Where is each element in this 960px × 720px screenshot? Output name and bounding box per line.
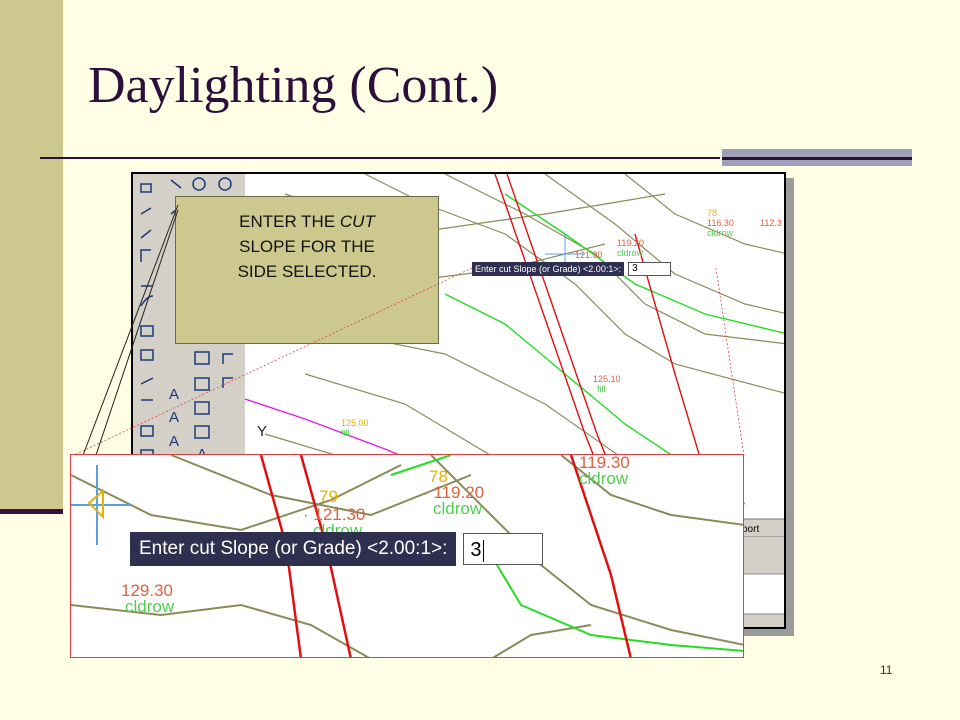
drawing-label: 121.30: [575, 250, 603, 260]
title-rule: [40, 157, 720, 159]
drawing-label: 125.10: [593, 374, 621, 384]
page-number: 11: [880, 663, 893, 677]
layout-tab-port: port: [742, 524, 759, 535]
text-caret: [482, 539, 484, 562]
ucs-axis-letter: Y: [257, 423, 267, 440]
toolbar-letter-a: A: [169, 386, 179, 403]
command-input-value: 3: [470, 539, 482, 561]
drawing-label: 125.00: [341, 418, 369, 428]
command-input-small[interactable]: 3: [628, 262, 672, 276]
drawing-label: 78: [707, 208, 717, 218]
title-rule-accent-lower: [722, 160, 912, 166]
toolbar-letter-a: A: [169, 409, 179, 426]
left-band-edge: [0, 509, 63, 514]
title-rule-accent: [722, 149, 912, 157]
command-prompt-label-zoomed: Enter cut Slope (or Grade) <2.00:1>:: [130, 532, 457, 566]
drawing-label: cldrow: [617, 248, 644, 258]
command-input-zoomed[interactable]: 3: [463, 533, 544, 565]
drawing-label: fill: [341, 428, 350, 438]
left-decor-band: [0, 0, 63, 512]
zoom-label: cldrow: [433, 499, 483, 518]
slide-title: Daylighting (Cont.): [88, 57, 499, 114]
zoom-label: cldrow: [125, 597, 175, 616]
callout-text: ENTER THE: [239, 212, 340, 231]
callout-text: SIDE SELECTED.: [237, 262, 377, 281]
callout-emphasis: CUT: [339, 212, 375, 231]
zoom-label: cldrow: [579, 469, 629, 488]
drawing-label: cldrow: [707, 228, 734, 238]
drawing-label: 112.3: [760, 218, 782, 228]
drawing-label: 116.30: [707, 218, 734, 228]
drawing-label: fill: [597, 384, 606, 394]
drawing-label: 119.20: [617, 238, 644, 248]
callout-text: SLOPE FOR THE: [239, 237, 375, 256]
command-prompt-zoomed: Enter cut Slope (or Grade) <2.00:1>: 3: [130, 532, 544, 566]
instruction-callout: ENTER THE CUT SLOPE FOR THE SIDE SELECTE…: [175, 196, 439, 344]
toolbar-letter-a: A: [169, 433, 179, 450]
zoom-label: 79: [319, 487, 338, 506]
command-prompt-small: Enter cut Slope (or Grade) <2.00:1>: 3: [472, 261, 716, 277]
command-prompt-label: Enter cut Slope (or Grade) <2.00:1>:: [472, 262, 625, 276]
